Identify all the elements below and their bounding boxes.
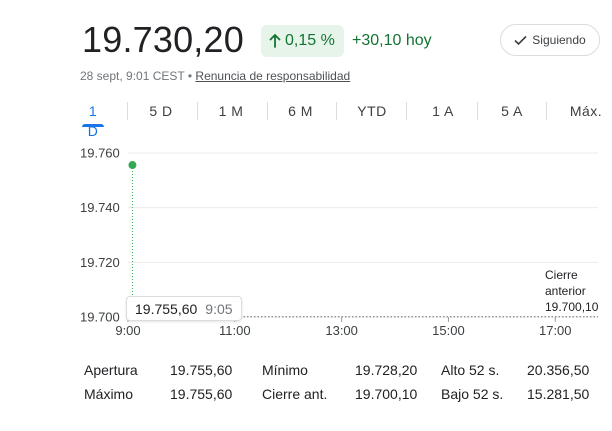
tab-1d[interactable]: 1 D (82, 101, 104, 139)
tab-label: 1 D (87, 103, 99, 139)
tooltip-time: 9:05 (205, 300, 233, 317)
active-tab-indicator (82, 124, 104, 127)
stat-label-52w-low: Bajo 52 s. (441, 386, 504, 402)
stat-value-52w-low: 15.281,50 (527, 386, 590, 402)
prev-close-line2: anterior (545, 284, 586, 298)
price-chart-svg: 19.760 19.740 19.720 19.7009:00 11:00 13:00 15… (80, 146, 598, 338)
tab-divider (546, 102, 547, 120)
tab-divider (336, 102, 337, 120)
stat-label-high: Máximo (84, 386, 134, 402)
tab-divider (127, 102, 128, 120)
y-tick-label: 19.700 (80, 310, 120, 325)
x-tick-label: 17:00 (539, 323, 572, 338)
range-tabs: 1 D 5 D 1 M 6 M YTD 1 A 5 A Máx. (80, 101, 605, 139)
stat-label-open: Apertura (84, 362, 138, 378)
disclaimer-link[interactable]: Renuncia de responsabilidad (195, 69, 350, 83)
tab-label: 1 M (218, 103, 244, 119)
chart-tooltip: 19.755,60 9:05 (126, 296, 242, 321)
stat-label-low: Mínimo (262, 362, 308, 378)
tab-label: Máx. (569, 103, 603, 119)
tab-max[interactable]: Máx. (568, 101, 604, 129)
x-tick-label: 9:00 (115, 323, 140, 338)
tab-label: 6 M (288, 103, 313, 119)
stat-label-52w-high: Alto 52 s. (441, 362, 500, 378)
stat-value-high: 19.755,60 (170, 386, 233, 402)
stats-row: Apertura 19.755,60 Mínimo 19.728,20 Alto… (84, 360, 604, 380)
stats-row: Máximo 19.755,60 Cierre ant. 19.700,10 B… (84, 384, 604, 404)
change-percent: 0,15 % (285, 32, 335, 49)
tab-divider (406, 102, 407, 120)
stat-value-open: 19.755,60 (170, 362, 233, 378)
tab-5a[interactable]: 5 A (501, 101, 523, 129)
y-tick-label: 19.740 (80, 200, 120, 215)
data-point (128, 161, 137, 170)
change-percent-badge: 0,15 % (261, 25, 344, 57)
tab-label: YTD (357, 103, 387, 119)
tab-label: 5 D (149, 103, 173, 119)
tab-label: 5 A (501, 103, 523, 119)
tooltip-price: 19.755,60 (135, 300, 198, 317)
prev-close-value: 19.700,10 (545, 300, 599, 314)
change-absolute: +30,10 hoy (352, 32, 432, 49)
tab-divider (197, 102, 198, 120)
tab-5d[interactable]: 5 D (148, 101, 174, 129)
quote-meta: 28 sept, 9:01 CEST • Renuncia de respons… (80, 69, 350, 83)
check-icon (514, 35, 527, 45)
price-chart[interactable]: 19.760 19.740 19.720 19.700 9:00 11:00 13:00 15… (0, 140, 612, 345)
x-tick-label: 15:00 (432, 323, 465, 338)
y-tick-label: 19.720 (80, 255, 120, 270)
stat-value-prev-close: 19.700,10 (355, 386, 418, 402)
tab-ytd[interactable]: YTD (357, 101, 387, 129)
timestamp: 28 sept, 9:01 CEST (80, 69, 185, 83)
stat-value-low: 19.728,20 (355, 362, 418, 378)
meta-separator: • (187, 69, 193, 83)
stat-label-prev-close: Cierre ant. (262, 386, 328, 402)
prev-close-line1: Cierre (545, 268, 578, 282)
tab-divider (267, 102, 268, 120)
tab-1a[interactable]: 1 A (432, 101, 454, 129)
tab-6m[interactable]: 6 M (287, 101, 314, 129)
tab-1m[interactable]: 1 M (218, 101, 244, 129)
tab-label: 1 A (432, 103, 454, 119)
previous-close-label: Cierre anterior 19.700,10 (545, 267, 598, 315)
following-label: Siguiendo (532, 33, 586, 47)
x-tick-label: 11:00 (219, 323, 251, 338)
following-button[interactable]: Siguiendo (500, 24, 600, 56)
stat-value-52w-high: 20.356,50 (527, 362, 590, 378)
arrow-up-icon (269, 34, 281, 48)
y-tick-label: 19.760 (80, 146, 120, 161)
x-tick-label: 13:00 (325, 323, 358, 338)
tab-divider (477, 102, 478, 120)
current-price: 19.730,20 (82, 19, 244, 60)
